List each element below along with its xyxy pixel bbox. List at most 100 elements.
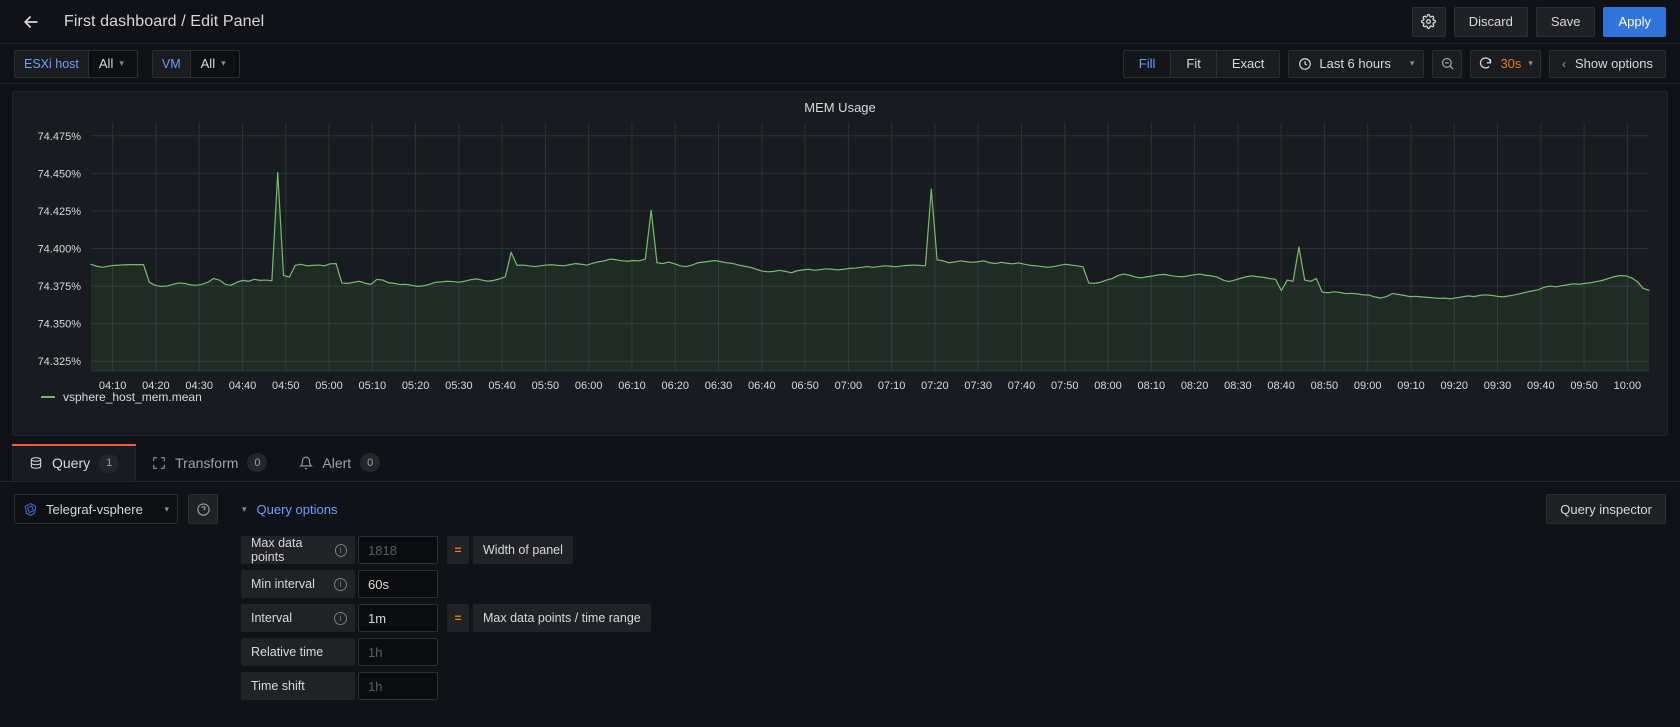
time-series-chart[interactable]: 74.325% 74.350% 74.375% 74.400% 74.425% 74.45…	[13, 115, 1667, 405]
arrow-left-icon	[24, 15, 38, 28]
tab-query-badge: 1	[99, 453, 120, 473]
svg-text:08:30: 08:30	[1224, 380, 1252, 392]
svg-text:07:00: 07:00	[835, 380, 863, 392]
datasource-picker[interactable]: Telegraf-vsphere ▾	[14, 494, 178, 524]
zoom-out-icon	[1441, 57, 1454, 70]
chevron-down-icon: ▾	[242, 503, 247, 514]
chart-plot-area[interactable]: 74.325% 74.350% 74.375% 74.400% 74.425% 74.45…	[13, 115, 1667, 392]
panel-preview-container: MEM Usage 74.325% 74.350% 74.375% 74.400% 74…	[0, 84, 1680, 436]
option-label-time-shift: Time shift	[241, 672, 355, 700]
info-icon[interactable]: i	[334, 611, 347, 625]
option-label-text: Interval	[251, 611, 292, 625]
info-icon[interactable]: i	[334, 577, 347, 591]
interval-description: Max data points / time range	[473, 604, 651, 632]
svg-text:06:30: 06:30	[705, 380, 733, 392]
panel-toolbar: ESXi host All ▾ VM All ▾ Fill Fit Exact …	[0, 44, 1680, 84]
time-range-picker[interactable]: Last 6 hours ▾	[1288, 49, 1425, 78]
option-label-interval: Interval i	[241, 604, 355, 632]
chevron-down-icon: ▾	[1409, 58, 1415, 68]
chevron-down-icon: ▾	[164, 503, 169, 514]
svg-text:05:10: 05:10	[359, 380, 387, 392]
gear-icon	[1421, 14, 1437, 29]
apply-button[interactable]: Apply	[1603, 6, 1666, 37]
tab-query[interactable]: Query 1	[12, 444, 137, 481]
equals-sign: =	[447, 536, 469, 564]
option-label-text: Time shift	[251, 679, 305, 693]
header-actions: Discard Save Apply	[1411, 6, 1666, 37]
svg-text:74.475%: 74.475%	[38, 131, 82, 143]
svg-text:04:40: 04:40	[229, 380, 257, 392]
svg-text:05:20: 05:20	[402, 380, 430, 392]
relative-time-input[interactable]	[358, 638, 438, 666]
datasource-help-button[interactable]	[188, 494, 218, 524]
option-row-min-interval: Min interval i	[241, 570, 1680, 598]
svg-text:07:40: 07:40	[1008, 380, 1036, 392]
info-icon[interactable]: i	[334, 543, 347, 557]
database-icon	[30, 457, 42, 469]
chevron-down-icon: ▾	[119, 58, 124, 68]
panel-settings-button[interactable]	[1411, 6, 1446, 37]
svg-text:07:30: 07:30	[964, 380, 992, 392]
size-option-exact[interactable]: Exact	[1215, 49, 1281, 78]
svg-text:74.375%: 74.375%	[38, 281, 82, 293]
svg-text:04:20: 04:20	[142, 380, 170, 392]
svg-text:09:00: 09:00	[1354, 380, 1382, 392]
variable-value-esxi-host: All	[98, 56, 114, 71]
svg-text:09:30: 09:30	[1484, 380, 1512, 392]
svg-text:08:00: 08:00	[1094, 380, 1122, 392]
show-options-button[interactable]: ‹ Show options	[1548, 49, 1666, 78]
variable-label-vm: VM	[151, 49, 190, 78]
svg-text:74.400%: 74.400%	[38, 244, 82, 256]
discard-button[interactable]: Discard	[1453, 6, 1528, 37]
transform-icon	[153, 456, 165, 469]
svg-text:06:00: 06:00	[575, 380, 603, 392]
size-option-fill[interactable]: Fill	[1122, 49, 1171, 78]
svg-text:74.425%: 74.425%	[38, 206, 82, 218]
variable-select-vm[interactable]: All ▾	[189, 49, 240, 78]
svg-text:06:10: 06:10	[618, 380, 646, 392]
zoom-out-button[interactable]	[1432, 49, 1463, 78]
svg-text:10:00: 10:00	[1614, 380, 1642, 392]
option-label-text: Relative time	[251, 645, 324, 659]
option-row-max-data-points: Max data points i = Width of panel	[241, 536, 1680, 564]
option-row-interval: Interval i = Max data points / time rang…	[241, 604, 1680, 632]
svg-text:04:50: 04:50	[272, 380, 300, 392]
query-options-toggle[interactable]: ▾ Query options	[242, 502, 337, 517]
size-option-fit[interactable]: Fit	[1170, 49, 1216, 78]
svg-text:06:20: 06:20	[661, 380, 689, 392]
refresh-picker[interactable]: 30s ▾	[1470, 49, 1541, 78]
tab-transform[interactable]: Transform 0	[136, 444, 283, 481]
query-inspector-button[interactable]: Query inspector	[1546, 494, 1666, 524]
tab-alert[interactable]: Alert 0	[283, 444, 396, 481]
panel-title: MEM Usage	[804, 100, 876, 115]
min-interval-input[interactable]	[358, 570, 438, 598]
svg-text:05:00: 05:00	[315, 380, 343, 392]
svg-text:09:10: 09:10	[1397, 380, 1425, 392]
option-label-relative-time: Relative time	[241, 638, 355, 666]
svg-text:07:10: 07:10	[878, 380, 906, 392]
option-label-max-data-points: Max data points i	[241, 536, 355, 564]
show-options-label: Show options	[1574, 56, 1653, 71]
svg-text:74.350%: 74.350%	[38, 319, 82, 331]
tab-transform-badge: 0	[247, 453, 268, 472]
influxdb-icon	[24, 502, 37, 516]
svg-text:05:50: 05:50	[532, 380, 560, 392]
interval-input	[358, 604, 438, 632]
svg-text:09:40: 09:40	[1527, 380, 1555, 392]
tab-query-label: Query	[52, 455, 91, 471]
svg-text:07:50: 07:50	[1051, 380, 1079, 392]
time-shift-input[interactable]	[358, 672, 438, 700]
editor-tabs: Query 1 Transform 0 Alert 0	[0, 444, 1680, 482]
variable-value-vm: All	[200, 56, 216, 71]
tab-alert-badge: 0	[360, 453, 381, 472]
save-button[interactable]: Save	[1535, 6, 1596, 37]
equals-sign: =	[447, 604, 469, 632]
chevron-down-icon: ▾	[1528, 58, 1533, 68]
max-data-points-input[interactable]	[358, 536, 438, 564]
svg-text:07:20: 07:20	[921, 380, 949, 392]
option-row-relative-time: Relative time	[241, 638, 1680, 666]
back-button[interactable]	[14, 5, 48, 39]
variable-select-esxi-host[interactable]: All ▾	[87, 49, 138, 78]
top-header-bar: First dashboard / Edit Panel Discard Sav…	[0, 0, 1680, 44]
svg-text:05:40: 05:40	[488, 380, 516, 392]
